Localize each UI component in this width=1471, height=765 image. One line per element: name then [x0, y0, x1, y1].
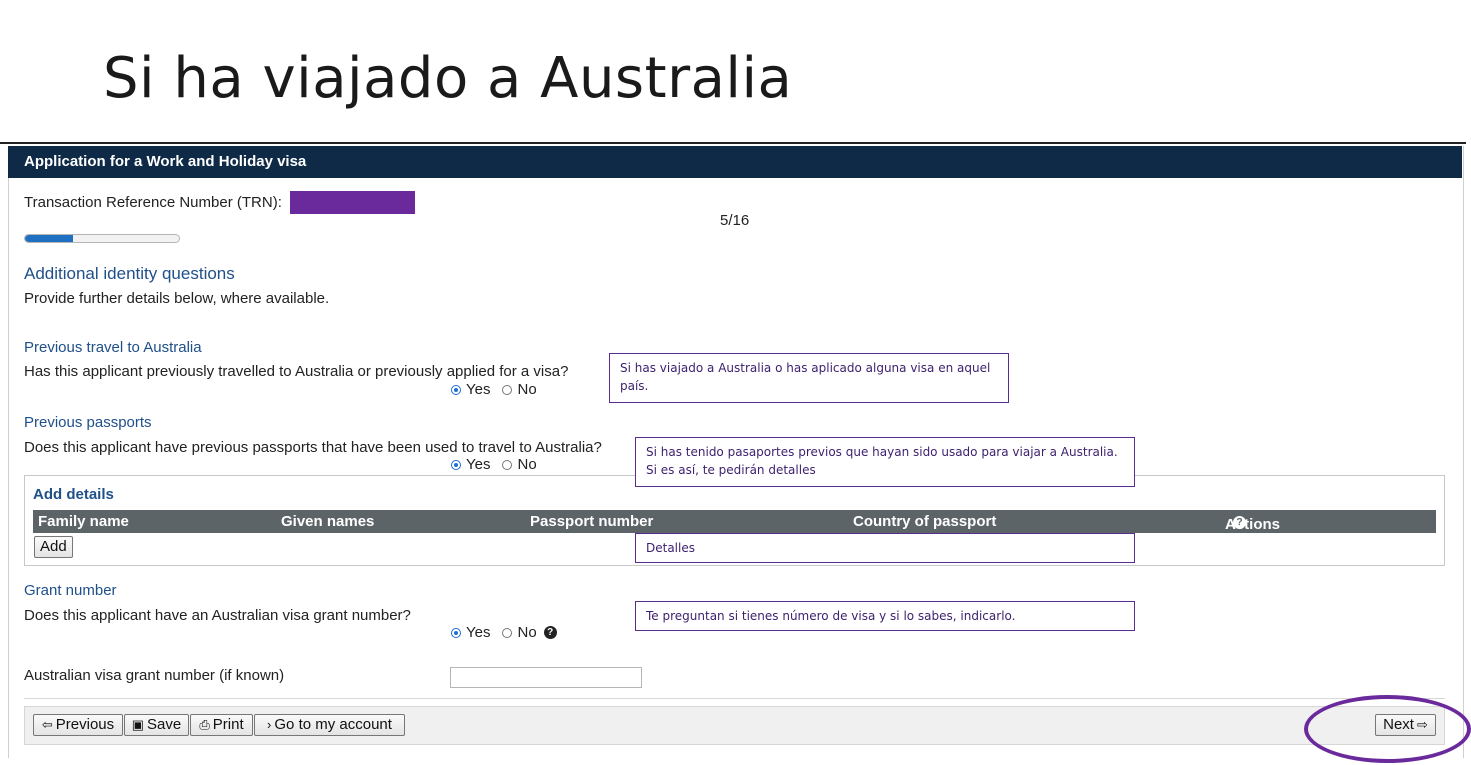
- footer-divider: [24, 698, 1445, 699]
- previous-button[interactable]: ⇦ Previous: [33, 714, 123, 736]
- trn-label: Transaction Reference Number (TRN):: [24, 194, 282, 211]
- previous-travel-title: Previous travel to Australia: [24, 339, 202, 356]
- previous-passports-options: Yes No: [451, 456, 537, 473]
- grant-number-question: Does this applicant have an Australian v…: [24, 607, 411, 624]
- go-to-my-account-label: Go to my account: [274, 716, 392, 733]
- column-family-name: Family name: [38, 513, 129, 530]
- annotation-grant-number: Te preguntan si tienes número de visa y …: [635, 601, 1135, 631]
- save-button-label: Save: [147, 716, 182, 733]
- grant-number-yes-label: Yes: [466, 624, 491, 641]
- print-button[interactable]: ⎙ Print: [190, 714, 253, 736]
- column-country-of-passport: Country of passport: [853, 513, 997, 530]
- slide-title: Si ha viajado a Australia: [103, 46, 793, 111]
- application-header: Application for a Work and Holiday visa: [8, 146, 1462, 178]
- previous-passports-yes-radio[interactable]: [451, 459, 461, 470]
- previous-passports-title: Previous passports: [24, 414, 152, 431]
- progress-bar: [24, 234, 180, 243]
- grant-number-no-label: No: [517, 624, 537, 641]
- passports-table-header: Family name Given names Passport number …: [33, 510, 1436, 533]
- add-details-title: Add details: [33, 486, 114, 503]
- floppy-disk-icon: ▣: [131, 717, 145, 732]
- slide-divider: [0, 142, 1466, 144]
- chevron-right-icon: ›: [267, 717, 272, 732]
- previous-travel-no-radio[interactable]: [502, 384, 513, 395]
- previous-travel-yes-label: Yes: [466, 381, 491, 398]
- grant-number-options: Yes No ?: [451, 624, 557, 641]
- section-title: Additional identity questions: [24, 264, 235, 283]
- section-intro: Provide further details below, where ava…: [24, 290, 330, 307]
- print-button-label: Print: [212, 716, 244, 733]
- column-given-names: Given names: [281, 513, 375, 530]
- previous-travel-yes-radio[interactable]: [451, 384, 461, 395]
- grant-number-title: Grant number: [24, 582, 117, 599]
- grant-number-input[interactable]: [450, 667, 642, 688]
- annotation-previous-passports: Si has tenido pasaportes previos que hay…: [635, 437, 1135, 487]
- previous-passports-no-radio[interactable]: [502, 459, 513, 470]
- annotation-details: Detalles: [635, 533, 1135, 563]
- arrow-right-icon: ⇨: [1416, 717, 1428, 732]
- grant-number-no-radio[interactable]: [502, 627, 513, 638]
- annotation-previous-travel: Si has viajado a Australia o has aplicad…: [609, 353, 1009, 403]
- previous-travel-no-label: No: [517, 381, 537, 398]
- previous-button-label: Previous: [55, 716, 115, 733]
- next-button-label: Next: [1383, 716, 1414, 733]
- previous-passports-yes-label: Yes: [466, 456, 491, 473]
- add-passport-button[interactable]: Add: [34, 536, 73, 558]
- progress-bar-fill: [25, 235, 74, 242]
- previous-travel-options: Yes No: [451, 381, 537, 398]
- previous-passports-no-label: No: [517, 456, 537, 473]
- actions-help-icon[interactable]: ?: [1233, 516, 1246, 529]
- trn-redaction: [290, 191, 415, 214]
- go-to-my-account-button[interactable]: › Go to my account: [254, 714, 405, 736]
- save-button[interactable]: ▣ Save: [124, 714, 189, 736]
- column-passport-number: Passport number: [530, 513, 654, 530]
- previous-travel-question: Has this applicant previously travelled …: [24, 363, 569, 380]
- arrow-left-icon: ⇦: [41, 717, 53, 732]
- previous-passports-question: Does this applicant have previous passpo…: [24, 439, 602, 456]
- printer-icon: ⎙: [199, 717, 210, 732]
- next-button[interactable]: Next ⇨: [1375, 714, 1436, 736]
- grant-number-field-label: Australian visa grant number (if known): [24, 667, 285, 684]
- grant-number-yes-radio[interactable]: [451, 627, 461, 638]
- grant-number-help-icon[interactable]: ?: [543, 626, 557, 639]
- step-counter: 5/16: [720, 212, 750, 229]
